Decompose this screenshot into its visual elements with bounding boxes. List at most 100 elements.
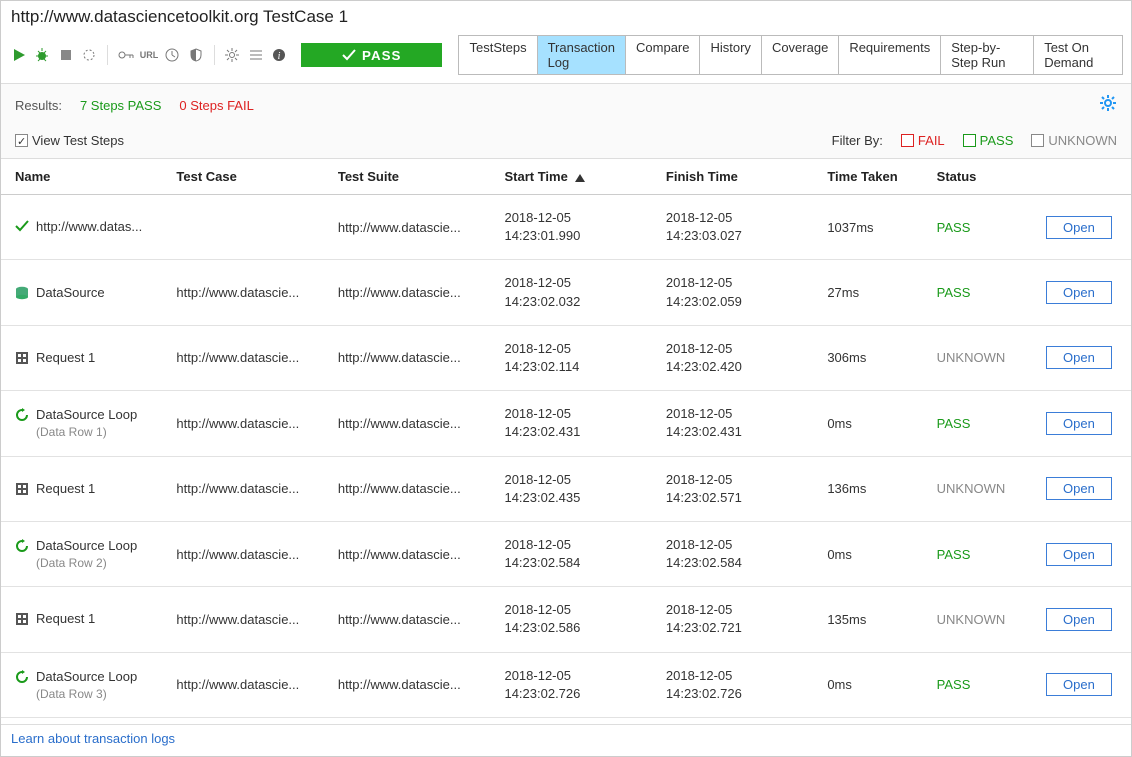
cell-finish: 2018-12-0514:23:02.571 [652, 456, 813, 521]
table-row: http://www.datas... http://www.datascie..… [1, 195, 1131, 260]
cell-start: 2018-12-0514:23:02.032 [490, 260, 651, 325]
cell-open: Open [1032, 456, 1131, 521]
loop-icon [15, 539, 30, 554]
column-header[interactable]: Test Suite [324, 159, 491, 195]
table-row: Request 1http://www.datascie...http://ww… [1, 587, 1131, 652]
cell-start: 2018-12-0514:23:01.990 [490, 195, 651, 260]
cell-open: Open [1032, 195, 1131, 260]
loop-icon [15, 670, 30, 685]
cell-finish: 2018-12-0514:23:02.420 [652, 325, 813, 390]
cell-start: 2018-12-0514:23:02.431 [490, 391, 651, 456]
row-name: Request 1 [36, 350, 95, 365]
checkbox-icon [901, 134, 914, 147]
open-button[interactable]: Open [1046, 673, 1112, 696]
view-test-steps-checkbox[interactable]: View Test Steps [15, 133, 124, 148]
tab-history[interactable]: History [700, 36, 761, 74]
cell-status: PASS [923, 391, 1032, 456]
loop-icon[interactable] [79, 44, 98, 66]
cell-time-taken: 136ms [813, 456, 922, 521]
cell-tc: http://www.datascie... [162, 456, 323, 521]
list-icon[interactable] [246, 44, 265, 66]
cell-name: Request 1 [1, 325, 162, 390]
row-name: DataSource [36, 285, 105, 300]
cell-open: Open [1032, 587, 1131, 652]
cell-ts: http://www.datascie... [324, 195, 491, 260]
cell-open: Open [1032, 521, 1131, 586]
row-name: Request 1 [36, 481, 95, 496]
cell-finish: 2018-12-0514:23:02.721 [652, 587, 813, 652]
cell-finish: 2018-12-0514:23:02.584 [652, 521, 813, 586]
cell-ts: http://www.datascie... [324, 456, 491, 521]
ds-icon [15, 286, 30, 301]
column-header[interactable]: Time Taken [813, 159, 922, 195]
checkbox-icon [15, 134, 28, 147]
gear-icon[interactable] [223, 44, 242, 66]
open-button[interactable]: Open [1046, 608, 1112, 631]
run-icon[interactable] [9, 44, 28, 66]
stop-icon[interactable] [56, 44, 75, 66]
filter-pass-label: PASS [980, 133, 1014, 148]
column-header[interactable]: Finish Time [652, 159, 813, 195]
key-icon[interactable] [116, 44, 135, 66]
cell-tc: http://www.datascie... [162, 652, 323, 717]
clock-icon[interactable] [163, 44, 182, 66]
filter-fail-checkbox[interactable]: FAIL [901, 133, 945, 148]
column-header[interactable]: Status [923, 159, 1032, 195]
column-header[interactable] [1032, 159, 1131, 195]
toolbar: URL i PASS TestStepsTransaction LogCompa… [1, 31, 1131, 83]
transaction-table-scroll[interactable]: NameTest CaseTest SuiteStart Time Finish… [1, 159, 1131, 724]
cell-ts: http://www.datascie... [324, 587, 491, 652]
cell-time-taken: 0ms [813, 391, 922, 456]
settings-icon[interactable] [1099, 94, 1117, 117]
check-icon [15, 220, 30, 235]
cell-tc: http://www.datascie... [162, 587, 323, 652]
checkbox-icon [1031, 134, 1044, 147]
tab-coverage[interactable]: Coverage [762, 36, 839, 74]
row-subtext: (Data Row 1) [36, 425, 152, 439]
cell-status: UNKNOWN [923, 587, 1032, 652]
column-header[interactable]: Test Case [162, 159, 323, 195]
tab-compare[interactable]: Compare [626, 36, 700, 74]
tab-test-on-demand[interactable]: Test On Demand [1034, 36, 1122, 74]
cell-time-taken: 135ms [813, 587, 922, 652]
cell-open: Open [1032, 325, 1131, 390]
column-header[interactable]: Start Time [490, 159, 651, 195]
cell-name: DataSource Loop(Data Row 3) [1, 652, 162, 717]
row-name: DataSource Loop [36, 669, 137, 684]
info-icon[interactable]: i [269, 44, 288, 66]
open-button[interactable]: Open [1046, 412, 1112, 435]
filter-unknown-checkbox[interactable]: UNKNOWN [1031, 133, 1117, 148]
table-row: Request 1 http://www.datascie...http://ww… [1, 456, 1131, 521]
view-test-steps-label: View Test Steps [32, 133, 124, 148]
cell-name: Request 1 [1, 456, 162, 521]
pass-button-label: PASS [362, 48, 401, 63]
cell-status: PASS [923, 260, 1032, 325]
cell-ts: http://www.datascie... [324, 260, 491, 325]
open-button[interactable]: Open [1046, 216, 1112, 239]
cell-start: 2018-12-0514:23:02.584 [490, 521, 651, 586]
cell-tc: http://www.datascie... [162, 521, 323, 586]
learn-link[interactable]: Learn about transaction logs [11, 731, 175, 746]
table-row: DataSource Loop(Data Row 1)http://www.da… [1, 391, 1131, 456]
url-icon[interactable]: URL [139, 44, 158, 66]
cell-finish: 2018-12-0514:23:02.726 [652, 652, 813, 717]
open-button[interactable]: Open [1046, 477, 1112, 500]
open-button[interactable]: Open [1046, 281, 1112, 304]
filter-bar: View Test Steps Filter By: FAIL PASS UNK… [1, 123, 1131, 159]
open-button[interactable]: Open [1046, 543, 1112, 566]
debug-icon[interactable] [32, 44, 51, 66]
table-row: DataSource Loop(Data Row 2)http://www.da… [1, 521, 1131, 586]
footer: Learn about transaction logs [1, 725, 1131, 756]
filter-pass-checkbox[interactable]: PASS [963, 133, 1014, 148]
tab-teststeps[interactable]: TestSteps [459, 36, 537, 74]
tab-transaction-log[interactable]: Transaction Log [538, 36, 626, 74]
row-name: http://www.datas... [36, 219, 142, 234]
open-button[interactable]: Open [1046, 346, 1112, 369]
pass-button[interactable]: PASS [301, 43, 443, 67]
tab-step-by-step-run[interactable]: Step-by-Step Run [941, 36, 1034, 74]
column-header[interactable]: Name [1, 159, 162, 195]
shield-icon[interactable] [186, 44, 205, 66]
cell-time-taken: 27ms [813, 260, 922, 325]
results-pass: 7 Steps PASS [80, 98, 161, 113]
tab-requirements[interactable]: Requirements [839, 36, 941, 74]
